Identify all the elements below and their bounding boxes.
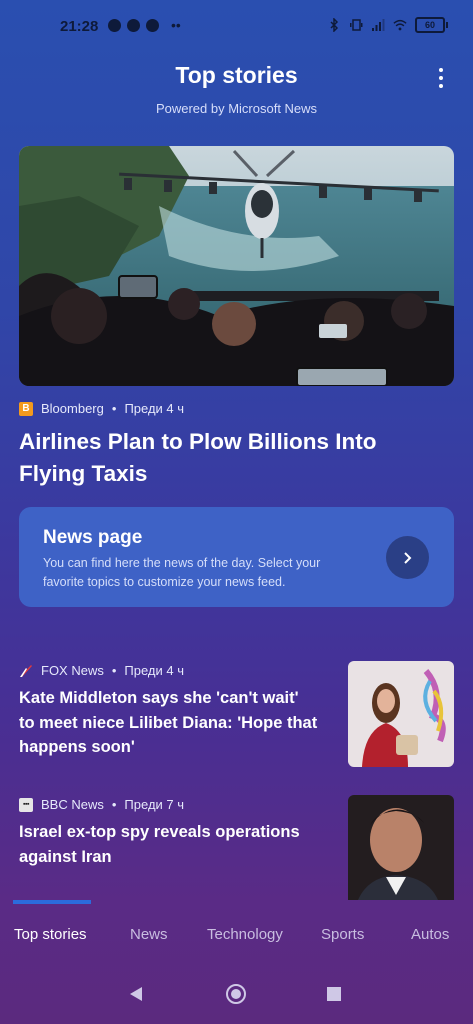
page-title: Top stories bbox=[175, 62, 298, 88]
messenger-icon bbox=[127, 19, 140, 32]
news-card-text: You can find here the news of the day. S… bbox=[43, 554, 343, 592]
notification-icons: •• bbox=[108, 17, 181, 33]
separator-dot: • bbox=[111, 797, 117, 812]
news-card-title: News page bbox=[43, 527, 143, 548]
hero-time: Преди 4 ч bbox=[124, 401, 185, 416]
article-source-row: ▪▪▪ BBC News • Преди 7 ч bbox=[19, 797, 184, 812]
article-source-name: BBC News bbox=[41, 797, 104, 812]
man-portrait-photo bbox=[348, 795, 454, 900]
kate-middleton-photo bbox=[348, 661, 454, 767]
status-bar: 21:28 •• 60 bbox=[0, 0, 473, 52]
tab-sports[interactable]: Sports bbox=[321, 926, 364, 943]
hero-headline[interactable]: Airlines Plan to Plow Billions Into Flyi… bbox=[19, 426, 449, 490]
tab-autos[interactable]: Autos bbox=[411, 926, 449, 943]
recent-apps-icon[interactable] bbox=[327, 987, 341, 1001]
more-notifications-icon: •• bbox=[171, 17, 181, 33]
wifi-icon bbox=[393, 19, 407, 31]
signal-icon bbox=[372, 19, 385, 31]
article-headline[interactable]: Kate Middleton says she 'can't wait' to … bbox=[19, 686, 339, 760]
tab-top-stories[interactable]: Top stories bbox=[14, 926, 87, 943]
article-thumbnail[interactable] bbox=[348, 795, 454, 900]
hero-source-row: B Bloomberg • Преди 4 ч bbox=[19, 401, 184, 416]
active-tab-indicator bbox=[13, 900, 91, 904]
news-page-card[interactable]: News page You can find here the news of … bbox=[19, 507, 454, 607]
more-options-button[interactable] bbox=[437, 68, 445, 88]
vibrate-icon bbox=[350, 19, 363, 31]
page-subtitle: Powered by Microsoft News bbox=[155, 101, 318, 116]
status-time: 21:28 bbox=[60, 18, 99, 35]
facebook-icon bbox=[108, 19, 121, 32]
article-source-name: FOX News bbox=[41, 663, 104, 678]
back-icon[interactable] bbox=[128, 986, 144, 1002]
bloomberg-logo-icon: B bbox=[19, 401, 33, 416]
flying-taxi-photo bbox=[19, 146, 454, 386]
article-headline-line: happens soon' bbox=[19, 738, 135, 756]
article-thumbnail[interactable] bbox=[348, 661, 454, 767]
article-headline-line: Kate Middleton says she 'can't wait' bbox=[19, 689, 299, 707]
news-card-open-button[interactable] bbox=[386, 536, 429, 579]
messenger-icon bbox=[146, 19, 159, 32]
fox-news-logo-icon bbox=[20, 664, 32, 677]
article-source-row: FOX News • Преди 4 ч bbox=[19, 663, 184, 678]
status-right: 60 bbox=[327, 17, 448, 33]
article-time: Преди 7 ч bbox=[124, 797, 185, 812]
article-headline[interactable]: Israel ex-top spy reveals operations aga… bbox=[19, 820, 339, 869]
separator-dot: • bbox=[111, 663, 117, 678]
separator-dot: • bbox=[111, 401, 117, 416]
article-headline-line: to meet niece Lilibet Diana: 'Hope that bbox=[19, 713, 318, 732]
bbc-news-logo-icon: ▪▪▪ bbox=[19, 797, 33, 812]
article-headline-line: against Iran bbox=[19, 847, 112, 866]
category-tabs: Top stories News Technology Sports Autos bbox=[0, 900, 473, 970]
hero-headline-line: Airlines Plan to Plow Billions Into bbox=[19, 429, 377, 454]
battery-icon: 60 bbox=[415, 17, 448, 33]
hero-source-name: Bloomberg bbox=[41, 401, 104, 416]
chevron-right-icon bbox=[403, 551, 411, 564]
bluetooth-icon bbox=[330, 18, 339, 32]
tab-technology[interactable]: Technology bbox=[207, 926, 283, 943]
news-card-text-line: favorite topics to customize your news f… bbox=[43, 575, 286, 589]
home-icon[interactable] bbox=[226, 984, 246, 1004]
hero-headline-line: Flying Taxis bbox=[19, 461, 148, 486]
tab-news[interactable]: News bbox=[130, 926, 168, 943]
hero-article-image[interactable] bbox=[19, 146, 454, 386]
article-time: Преди 4 ч bbox=[124, 663, 184, 678]
news-card-text-line: You can find here the news of the day. S… bbox=[43, 556, 321, 570]
system-navigation-bar bbox=[0, 970, 473, 1024]
article-headline-line: Israel ex-top spy reveals operations bbox=[19, 823, 300, 841]
